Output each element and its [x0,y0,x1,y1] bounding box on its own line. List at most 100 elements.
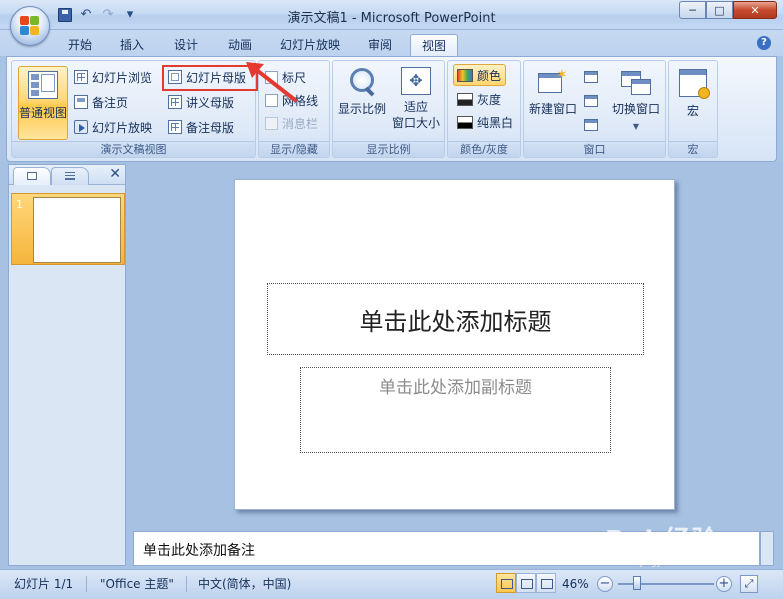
black-white-swatch-icon [457,115,473,129]
group-label-presentation-views: 演示文稿视图 [12,141,255,157]
switch-window-button[interactable]: 切换窗口 ▼ [608,67,664,135]
title-placeholder[interactable]: 单击此处添加标题 [267,283,644,355]
slide-show-shortcut-icon[interactable] [536,573,556,593]
notes-master-icon [168,120,182,134]
message-bar-check-icon [265,116,278,130]
macros-icon [679,69,710,99]
close-button[interactable]: ✕ [733,1,777,19]
black-white-label: 纯黑白 [477,115,514,130]
fit-label-line2: 窗口大小 [391,116,440,130]
group-label-macros: 宏 [669,141,717,157]
slide-sorter-label: 幻灯片浏览 [92,70,153,85]
notes-master-label: 备注母版 [186,120,235,135]
black-white-button[interactable]: 纯黑白 [457,111,513,133]
slide-show-button[interactable]: 幻灯片放映 [74,116,152,138]
tab-review[interactable]: 审阅 [358,34,402,56]
grayscale-button[interactable]: 灰度 [457,88,501,110]
macros-label: 宏 [686,104,699,118]
handout-master-icon [168,95,182,109]
slide-sorter-icon [74,70,88,84]
normal-view-button[interactable]: 普通视图 [18,66,68,140]
color-label: 颜色 [477,68,502,83]
zoom-in-icon[interactable]: + [716,576,732,592]
slide-thumbnail-number: 1 [16,198,23,211]
ribbon: 普通视图 幻灯片浏览 备注页 幻灯片放映 幻灯片母版 讲义母版 备注母版 演示文… [6,56,777,162]
outline-tab-icon [65,172,75,180]
move-split-icon[interactable] [584,119,598,131]
maximize-button[interactable]: □ [706,1,733,19]
tab-outline[interactable] [51,167,89,185]
slides-pane-tabs: ✕ [9,165,125,185]
tab-animations[interactable]: 动画 [218,34,262,56]
tab-view[interactable]: 视图 [410,34,458,56]
slide-thumbnail-image [33,197,121,263]
tab-design[interactable]: 设计 [164,34,208,56]
slide-show-icon [74,120,88,134]
switch-window-icon [619,67,653,97]
ribbon-tabs: 开始 插入 设计 动画 幻灯片放映 审阅 视图 ? [0,30,783,56]
zoom-out-icon[interactable]: − [597,576,613,592]
fit-to-window-button[interactable]: 适应 窗口大小 [389,67,443,131]
tab-slide-show[interactable]: 幻灯片放映 [272,34,348,56]
cascade-icon[interactable] [584,95,598,107]
window-title: 演示文稿1 - Microsoft PowerPoint [287,11,496,26]
group-label-window: 窗口 [524,141,665,157]
magnifier-icon [347,67,377,97]
watermark-logo: Bai 经验 [605,526,719,556]
group-presentation-views: 普通视图 幻灯片浏览 备注页 幻灯片放映 幻灯片母版 讲义母版 备注母版 演示文… [11,60,258,158]
normal-view-shortcut-icon[interactable] [496,573,516,593]
status-slide-count: 幻灯片 1/1 [14,577,74,591]
group-label-zoom: 显示比例 [333,141,444,157]
status-bar: 幻灯片 1/1 "Office 主题" 中文(简体，中国) 46% − + ⤢ [0,569,783,599]
group-color-grayscale: 颜色 灰度 纯黑白 颜色/灰度 [447,60,521,158]
slides-pane: ✕ 1 [8,164,126,566]
new-window-button[interactable]: 新建窗口 [526,67,580,117]
slide-thumbnail[interactable]: 1 [11,193,125,265]
message-bar-label: 消息栏 [282,116,319,131]
subtitle-placeholder[interactable]: 单击此处添加副标题 [300,367,611,453]
annotation-arrow-icon [246,62,297,102]
fit-label-line1: 适应 [403,100,428,114]
switch-window-label: 切换窗口 [611,102,660,116]
tab-insert[interactable]: 插入 [110,34,154,56]
close-pane-icon[interactable]: ✕ [109,166,121,182]
fit-slide-icon[interactable]: ⤢ [740,575,758,593]
slide-sorter-shortcut-icon[interactable] [516,573,536,593]
zoom-slider-thumb[interactable] [633,576,642,590]
slides-tab-icon [27,172,37,180]
color-button[interactable]: 颜色 [453,64,507,86]
slide-show-label: 幻灯片放映 [92,120,153,135]
status-language[interactable]: 中文(简体，中国) [198,574,291,594]
group-macros: 宏 宏 [668,60,718,158]
minimize-button[interactable]: ─ [679,1,706,19]
grayscale-swatch-icon [457,92,473,106]
chevron-down-icon: ▼ [632,122,640,131]
office-button[interactable] [10,6,50,46]
zoom-button[interactable]: 显示比例 [336,67,388,117]
arrange-all-icon[interactable] [584,71,598,83]
tab-slides[interactable] [13,167,51,185]
group-label-color-grayscale: 颜色/灰度 [448,141,520,157]
notes-page-label: 备注页 [92,95,129,110]
zoom-label: 显示比例 [337,102,386,116]
message-bar-checkbox: 消息栏 [265,112,318,134]
zoom-level[interactable]: 46% [562,574,589,594]
tab-home[interactable]: 开始 [58,34,102,56]
notes-master-button[interactable]: 备注母版 [168,116,234,138]
view-shortcuts [496,573,556,593]
group-label-show-hide: 显示/隐藏 [259,141,329,157]
help-icon[interactable]: ? [757,36,771,50]
title-bar: ↶ ↷ ▾ 演示文稿1 - Microsoft PowerPoint ─ □ ✕ [0,0,783,30]
notes-page-button[interactable]: 备注页 [74,91,128,113]
slide-sorter-button[interactable]: 幻灯片浏览 [74,66,152,88]
normal-view-label: 普通视图 [19,106,68,120]
new-window-label: 新建窗口 [528,102,577,116]
watermark-url: jingyan.baidu.com [640,558,724,568]
macros-button[interactable]: 宏 [673,69,713,119]
notes-scrollbar[interactable] [760,531,774,566]
group-zoom: 显示比例 适应 窗口大小 显示比例 [332,60,445,158]
color-swatch-icon [457,68,473,82]
slide-canvas[interactable]: 单击此处添加标题 单击此处添加副标题 [234,179,675,510]
handout-master-button[interactable]: 讲义母版 [168,91,234,113]
status-separator [86,576,87,592]
